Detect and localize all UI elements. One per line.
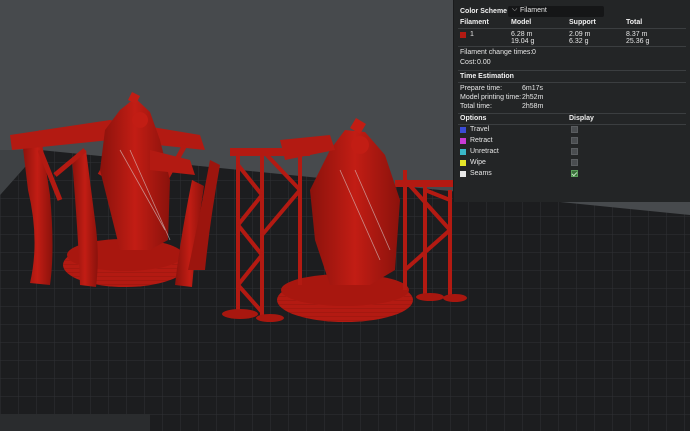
prepare-time-value: 6m17s (522, 85, 544, 92)
option-label: Unretract (470, 148, 499, 155)
option-label: Seams (470, 170, 492, 177)
right-figure (310, 130, 400, 285)
option-row-unretract[interactable]: Unretract (454, 148, 690, 158)
travel-display-checkbox[interactable] (571, 126, 578, 133)
model-weight: 19.04 g (511, 38, 535, 45)
chevron-down-icon: ⌵ (512, 6, 518, 13)
total-weight: 25.36 g (626, 38, 650, 45)
wipe-color-swatch (460, 160, 466, 166)
support-weight: 6.32 g (569, 38, 589, 45)
unretract-color-swatch (460, 149, 466, 155)
display-title: Display (569, 115, 594, 122)
filament-color-swatch (460, 32, 466, 38)
unretract-display-checkbox[interactable] (571, 148, 578, 155)
option-row-wipe[interactable]: Wipe (454, 159, 690, 169)
travel-color-swatch (460, 127, 466, 133)
option-label: Retract (470, 137, 493, 144)
seams-display-checkbox[interactable] (571, 170, 578, 177)
option-row-retract[interactable]: Retract (454, 137, 690, 147)
divider (458, 82, 686, 83)
filament-change-label: Filament change times: (460, 49, 533, 56)
divider (458, 113, 686, 114)
color-scheme-value: Filament (520, 7, 547, 14)
col-header-model: Model (511, 19, 532, 26)
color-scheme-dropdown[interactable]: ⌵ Filament (508, 6, 604, 17)
model-printing-time-value: 2h52m (522, 94, 544, 101)
plate-label-strip (0, 414, 150, 431)
col-header-support: Support (569, 19, 596, 26)
seams-color-swatch (460, 171, 466, 177)
col-header-total: Total (626, 19, 643, 26)
filament-change-value: 0 (532, 49, 536, 56)
divider (458, 28, 686, 29)
retract-display-checkbox[interactable] (571, 137, 578, 144)
option-row-travel[interactable]: Travel (454, 126, 690, 136)
cost-value: 0.00 (477, 59, 491, 66)
prepare-time-label: Prepare time: (460, 85, 503, 92)
option-row-seams[interactable]: Seams (454, 170, 690, 180)
divider (458, 124, 686, 125)
options-title: Options (460, 115, 487, 122)
filament-id: 1 (470, 31, 474, 38)
color-scheme-title: Color Scheme (460, 8, 508, 15)
divider (458, 70, 686, 71)
total-length: 8.37 m (626, 31, 648, 38)
option-label: Travel (470, 126, 490, 133)
gcode-legend-panel: Color Scheme ⌵ Filament Filament Model S… (453, 0, 690, 202)
cost-label: Cost: (460, 59, 477, 66)
support-length: 2.09 m (569, 31, 591, 38)
model-length: 6.28 m (511, 31, 533, 38)
divider (458, 46, 686, 47)
model-printing-time-label: Model printing time: (460, 94, 522, 101)
retract-color-swatch (460, 138, 466, 144)
total-time-label: Total time: (460, 103, 492, 110)
time-estimation-title: Time Estimation (460, 73, 514, 80)
total-time-value: 2h58m (522, 103, 544, 110)
wipe-display-checkbox[interactable] (571, 159, 578, 166)
col-header-filament: Filament (460, 19, 489, 26)
option-label: Wipe (470, 159, 486, 166)
